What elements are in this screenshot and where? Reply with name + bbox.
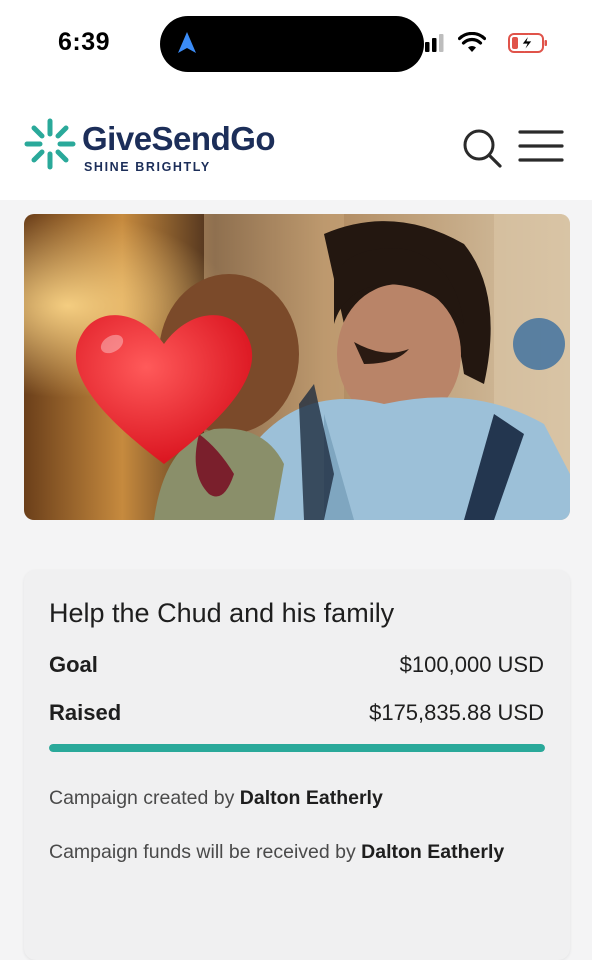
cellular-signal-icon [418, 34, 444, 52]
raised-value: $175,835.88 USD [369, 700, 544, 725]
campaign-title: Help the Chud and his family [49, 598, 395, 628]
wifi-icon [458, 32, 486, 52]
created-by-text: Campaign created by [49, 787, 235, 809]
campaign-summary-card: Help the Chud and his family Goal $100,0… [24, 570, 570, 960]
dynamic-island [160, 16, 424, 72]
location-arrow-icon [178, 32, 196, 53]
status-icons [408, 30, 548, 56]
campaign-recipient-line: Campaign funds will be received by Dalto… [49, 838, 519, 866]
raised-label: Raised [49, 700, 122, 725]
brand-logo[interactable]: GiveSendGo SHINE BRIGHTLY [22, 116, 312, 176]
campaign-creator-line: Campaign created by Dalton Eatherly [49, 784, 519, 812]
funds-received-text: Campaign funds will be received by [49, 841, 356, 863]
hamburger-menu-icon[interactable] [518, 128, 564, 164]
funding-progress-bar [49, 744, 545, 752]
campaign-photo[interactable] [24, 214, 570, 520]
recipient-name[interactable]: Dalton Eatherly [361, 841, 504, 863]
goal-label: Goal [49, 652, 98, 677]
site-header: GiveSendGo SHINE BRIGHTLY [0, 88, 592, 200]
status-bar: 6:39 [0, 0, 592, 88]
status-time: 6:39 [58, 28, 111, 56]
battery-charging-icon [508, 33, 547, 53]
sun-burst-logo-icon [24, 118, 76, 170]
creator-name[interactable]: Dalton Eatherly [240, 787, 383, 809]
brand-name: GiveSendGo [82, 120, 276, 157]
campaign-photo-illustration [24, 214, 570, 520]
funding-progress-fill [49, 744, 545, 752]
brand-tagline: SHINE BRIGHTLY [84, 160, 211, 174]
goal-value: $100,000 USD [399, 652, 544, 677]
search-icon[interactable] [460, 126, 504, 170]
